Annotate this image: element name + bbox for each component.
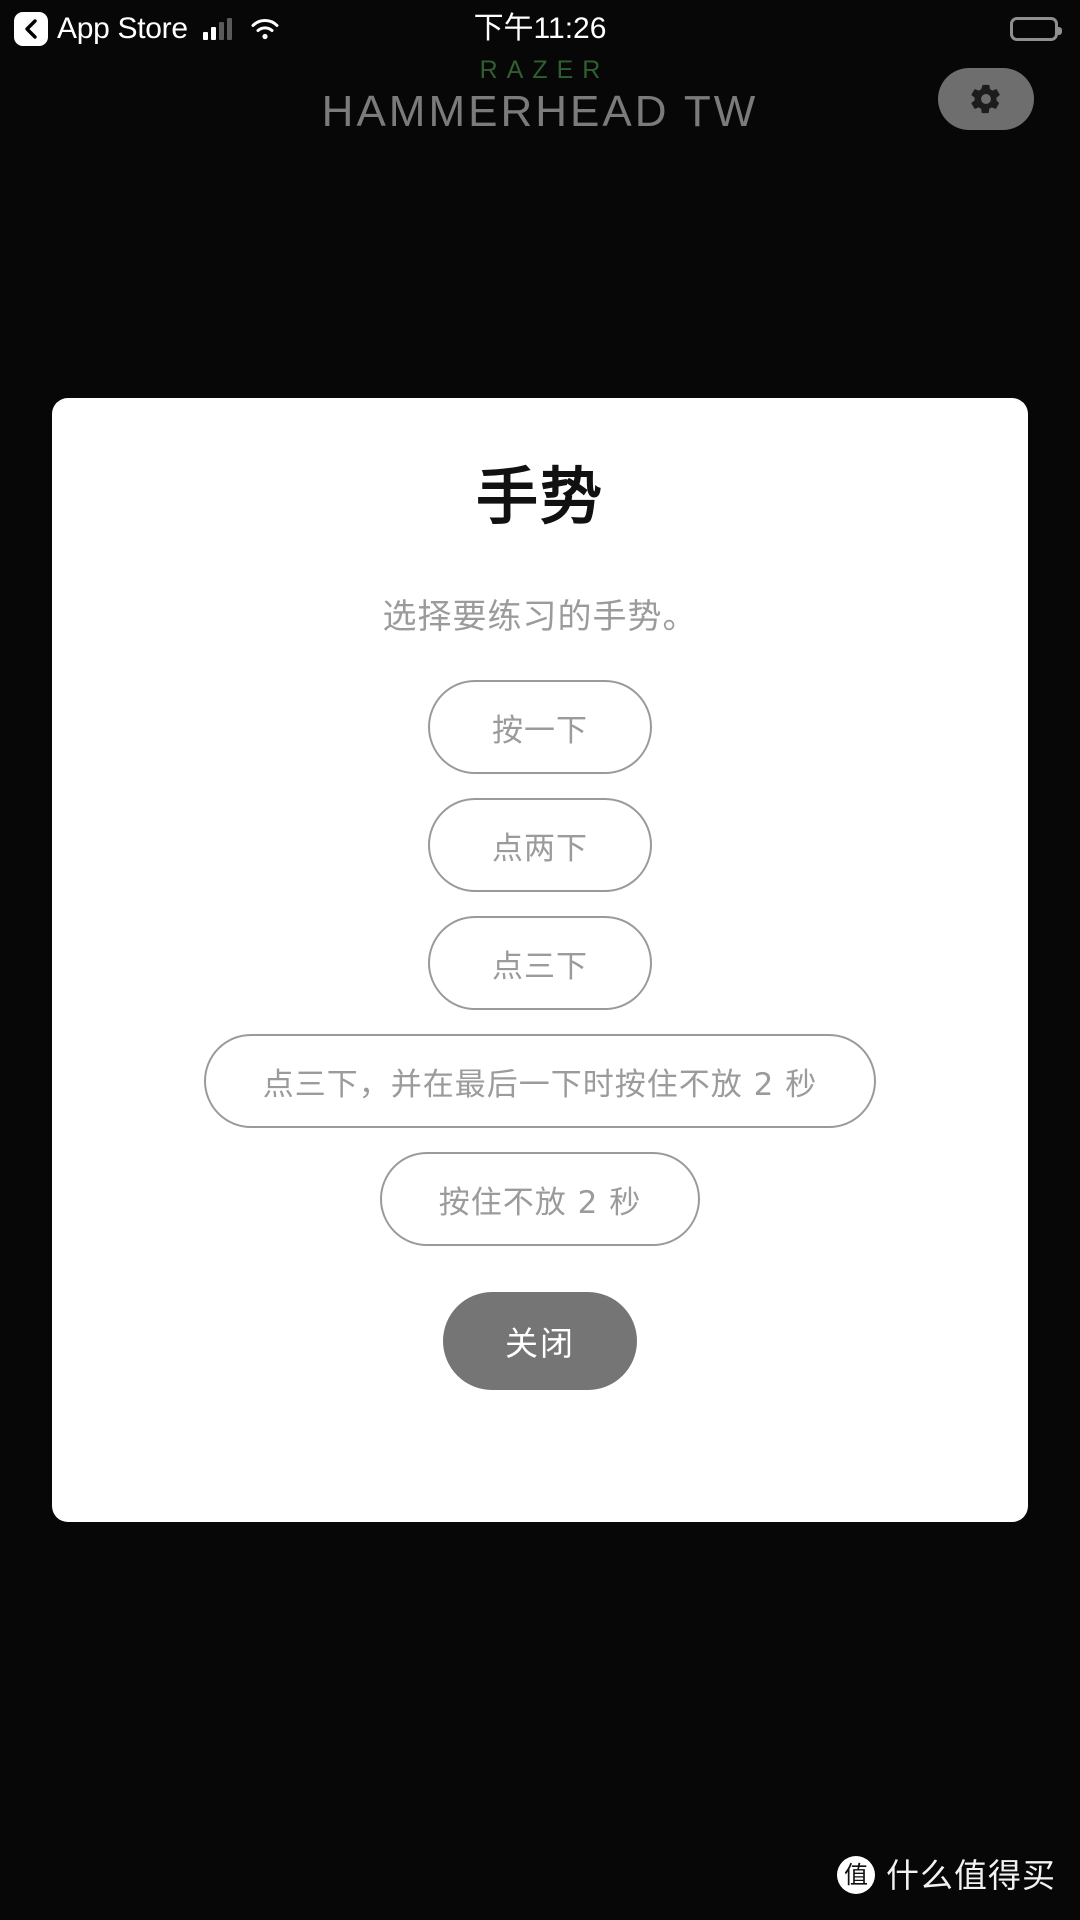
dialog-subtitle: 选择要练习的手势。 [382, 597, 698, 637]
status-bar: App Store 下午11:26 [0, 0, 1080, 58]
gesture-option-button[interactable]: 按一下 [428, 680, 652, 774]
brand-lockup: RAZER HAMMERHEAD TW [0, 58, 1080, 134]
watermark-badge-icon: 值 [837, 1856, 875, 1894]
gesture-option-button[interactable]: 点三下 [428, 916, 652, 1010]
chevron-left-icon[interactable] [14, 12, 48, 46]
razer-wordmark: RAZER [479, 56, 610, 84]
close-button[interactable]: 关闭 [443, 1292, 637, 1390]
gear-icon [969, 82, 1003, 116]
status-bar-app-name[interactable]: App Store [57, 14, 188, 44]
device-model-title: HAMMERHEAD TW [321, 87, 759, 136]
wifi-icon [250, 18, 280, 40]
status-bar-clock: 下午11:26 [473, 12, 607, 45]
status-bar-right [1010, 17, 1062, 41]
gesture-dialog: 手势 选择要练习的手势。 按一下点两下点三下点三下，并在最后一下时按住不放 2 … [52, 398, 1028, 1522]
status-bar-left: App Store [14, 12, 280, 46]
watermark-text: 什么值得买 [886, 1855, 1056, 1895]
cellular-signal-icon [202, 18, 232, 40]
gesture-option-button[interactable]: 按住不放 2 秒 [380, 1152, 700, 1246]
watermark: 值 什么值得买 [837, 1856, 1056, 1894]
gesture-option-button[interactable]: 点三下，并在最后一下时按住不放 2 秒 [204, 1034, 876, 1128]
dialog-title: 手势 [475, 460, 604, 533]
gesture-options-list: 按一下点两下点三下点三下，并在最后一下时按住不放 2 秒按住不放 2 秒 [52, 680, 1028, 1270]
phone-screen: App Store 下午11:26 RAZER HAMMERHEAD TW 手势… [0, 0, 1080, 1920]
gesture-option-button[interactable]: 点两下 [428, 798, 652, 892]
settings-button[interactable] [938, 68, 1034, 130]
battery-icon [1010, 17, 1062, 41]
app-header: RAZER HAMMERHEAD TW [0, 58, 1080, 168]
